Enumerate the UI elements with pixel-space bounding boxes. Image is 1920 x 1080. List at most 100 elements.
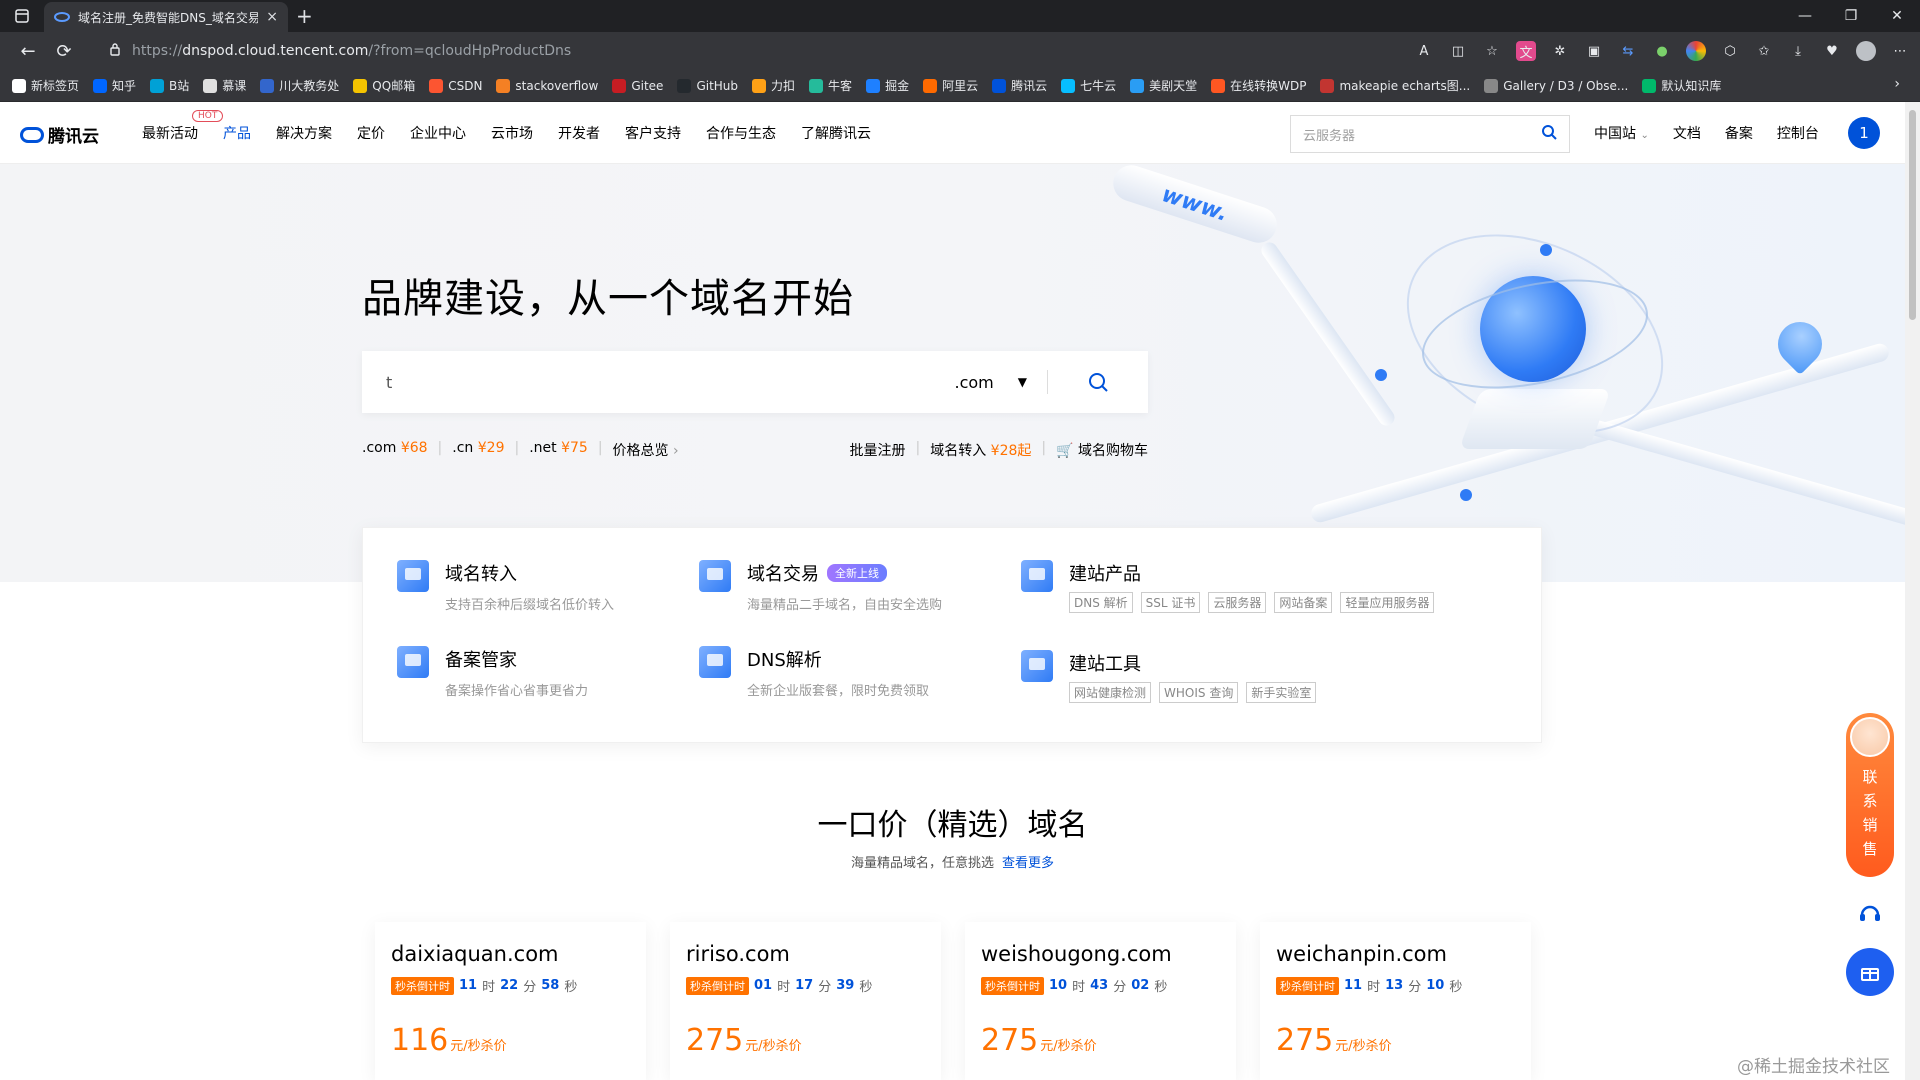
reload-icon[interactable]: ⟳ <box>46 32 82 70</box>
nav-support[interactable]: 客户支持 <box>625 123 681 143</box>
url-text: https://dnspod.cloud.tencent.com/?from=q… <box>132 43 572 59</box>
bookmark-item[interactable]: 美剧天堂 <box>1130 77 1197 94</box>
browser-tab-active[interactable]: 域名注册_免费智能DNS_域名交易 × <box>44 2 288 32</box>
bookmark-item[interactable]: 七牛云 <box>1061 77 1116 94</box>
bookmark-item[interactable]: 腾讯云 <box>992 77 1047 94</box>
nav-about[interactable]: 了解腾讯云 <box>801 123 871 143</box>
translate-extension-icon[interactable]: 文 <box>1516 41 1536 61</box>
performance-icon[interactable]: ♥ <box>1822 41 1842 61</box>
more-menu-icon[interactable]: ⋯ <box>1890 41 1910 61</box>
color-extension-icon[interactable] <box>1686 41 1706 61</box>
customer-service-icon[interactable] <box>1852 896 1888 932</box>
bookmark-item[interactable]: stackoverflow <box>496 78 598 93</box>
bookmark-item[interactable]: 新标签页 <box>12 77 79 94</box>
wechat-extension-icon[interactable]: ● <box>1652 41 1672 61</box>
nav-marketplace[interactable]: 云市场 <box>491 123 533 143</box>
region-select[interactable]: 中国站 ⌄ <box>1594 123 1649 143</box>
nav-developers[interactable]: 开发者 <box>558 123 600 143</box>
bookmarks-overflow-icon[interactable]: › <box>1894 76 1900 92</box>
tag-ssl[interactable]: SSL 证书 <box>1140 592 1201 613</box>
downloads-icon[interactable]: ⤓ <box>1788 41 1808 61</box>
site-search-input[interactable]: 云服务器 <box>1290 115 1570 153</box>
service-icp-manager[interactable]: 备案管家 备案操作省心省事更省力 <box>397 646 588 699</box>
bookmark-item[interactable]: 掘金 <box>866 77 909 94</box>
extension-gear-icon[interactable]: ✲ <box>1550 41 1570 61</box>
view-more-link[interactable]: 查看更多 <box>1002 856 1054 871</box>
nav-enterprise[interactable]: 企业中心 <box>410 123 466 143</box>
restore-icon[interactable]: ❐ <box>1828 0 1874 32</box>
bookmark-item[interactable]: 默认知识库 <box>1642 77 1721 94</box>
new-tab-button[interactable]: + <box>296 4 313 28</box>
bookmark-item[interactable]: 川大教务处 <box>260 77 339 94</box>
domain-search-input[interactable] <box>362 372 955 392</box>
bookmark-item[interactable]: 慕课 <box>203 77 246 94</box>
service-domain-transfer[interactable]: 域名转入 支持百余种后缀域名低价转入 <box>397 560 614 613</box>
bookmark-item[interactable]: 牛客 <box>809 77 852 94</box>
close-window-icon[interactable]: ✕ <box>1874 0 1920 32</box>
nav-pricing[interactable]: 定价 <box>357 123 385 143</box>
tag-cvm[interactable]: 云服务器 <box>1208 592 1267 613</box>
back-arrow-icon[interactable]: ← <box>10 32 46 70</box>
tag-dns[interactable]: DNS 解析 <box>1069 592 1133 613</box>
countdown: 秒杀倒计时 11 时 22 分 58 秒 <box>391 976 630 995</box>
split-screen-icon[interactable]: ◫ <box>1448 41 1468 61</box>
search-icon[interactable] <box>1541 124 1557 144</box>
bookmark-item[interactable]: 知乎 <box>93 77 136 94</box>
user-avatar[interactable]: 1 <box>1848 117 1880 149</box>
bookmark-item[interactable]: CSDN <box>429 78 482 93</box>
service-domain-trade[interactable]: 域名交易 全新上线 海量精品二手域名，自由安全选购 <box>699 560 942 613</box>
docs-link[interactable]: 文档 <box>1673 123 1701 143</box>
price-com[interactable]: .com ¥68 <box>362 440 428 460</box>
profile-avatar-icon[interactable] <box>1856 41 1876 61</box>
bookmark-item[interactable]: QQ邮箱 <box>353 77 415 94</box>
bookmark-item[interactable]: 阿里云 <box>923 77 978 94</box>
extension-box-icon[interactable]: ▣ <box>1584 41 1604 61</box>
scroll-thumb[interactable] <box>1909 110 1916 320</box>
minimize-icon[interactable]: — <box>1782 0 1828 32</box>
tab-actions-icon[interactable] <box>0 0 44 32</box>
bookmark-item[interactable]: 力扣 <box>752 77 795 94</box>
bookmark-item[interactable]: 在线转换WDP <box>1211 77 1306 94</box>
domain-search-button[interactable] <box>1048 351 1148 413</box>
domain-card[interactable]: weishougong.com 秒杀倒计时 10 时 43 分 02 秒 275 元/秒杀价 <box>965 922 1236 1080</box>
console-link[interactable]: 控制台 <box>1777 123 1819 143</box>
domain-cart-link[interactable]: 🛒 域名购物车 <box>1056 440 1148 460</box>
nav-partners[interactable]: 合作与生态 <box>706 123 776 143</box>
icp-link[interactable]: 备案 <box>1725 123 1753 143</box>
bookmark-item[interactable]: makeapie echarts图... <box>1320 77 1470 94</box>
price-overview-link[interactable]: 价格总览 › <box>613 440 679 460</box>
bookmark-item[interactable]: Gallery / D3 / Obse... <box>1484 78 1628 93</box>
site-info-icon[interactable] <box>108 42 122 60</box>
extension-sync-icon[interactable]: ⇆ <box>1618 41 1638 61</box>
tencent-cloud-logo[interactable]: 腾讯云 <box>20 122 99 147</box>
nav-latest-activity[interactable]: 最新活动 HOT <box>142 110 224 143</box>
tag-health-check[interactable]: 网站健康检测 <box>1069 682 1152 703</box>
domain-card[interactable]: ririso.com 秒杀倒计时 01 时 17 分 39 秒 275 元/秒杀价 <box>670 922 941 1080</box>
page-scrollbar[interactable] <box>1905 102 1920 1080</box>
bookmark-item[interactable]: GitHub <box>677 78 738 93</box>
bookmark-item[interactable]: Gitee <box>612 78 663 93</box>
extensions-puzzle-icon[interactable]: ⬡ <box>1720 41 1740 61</box>
address-bar[interactable]: https://dnspod.cloud.tencent.com/?from=q… <box>108 36 1218 66</box>
gift-icon[interactable] <box>1846 948 1894 996</box>
transfer-link[interactable]: 域名转入 ¥28起 <box>930 440 1031 460</box>
service-dns[interactable]: DNS解析 全新企业版套餐，限时免费领取 <box>699 646 929 699</box>
price-net[interactable]: .net ¥75 <box>529 440 588 460</box>
contact-sales-button[interactable]: 联系销售 <box>1846 713 1894 877</box>
domain-card[interactable]: weichanpin.com 秒杀倒计时 11 时 13 分 10 秒 275 元/秒杀价 <box>1260 922 1531 1080</box>
nav-solutions[interactable]: 解决方案 <box>276 123 332 143</box>
add-favorite-icon[interactable]: ☆ <box>1482 41 1502 61</box>
tld-select[interactable]: .com ▼ <box>955 370 1048 394</box>
read-aloud-icon[interactable]: A <box>1414 41 1434 61</box>
tag-whois[interactable]: WHOIS 查询 <box>1159 682 1239 703</box>
tag-lighthouse[interactable]: 轻量应用服务器 <box>1340 592 1435 613</box>
nav-products[interactable]: 产品 <box>223 123 251 143</box>
favorites-icon[interactable]: ✩ <box>1754 41 1774 61</box>
price-cn[interactable]: .cn ¥29 <box>452 440 504 460</box>
tab-close-icon[interactable]: × <box>266 9 278 25</box>
bookmark-item[interactable]: B站 <box>150 77 189 94</box>
tag-icp[interactable]: 网站备案 <box>1274 592 1333 613</box>
tag-lab[interactable]: 新手实验室 <box>1246 682 1317 703</box>
batch-register-link[interactable]: 批量注册 <box>849 440 905 460</box>
domain-card[interactable]: daixiaquan.com 秒杀倒计时 11 时 22 分 58 秒 116 元/秒杀价 <box>375 922 646 1080</box>
